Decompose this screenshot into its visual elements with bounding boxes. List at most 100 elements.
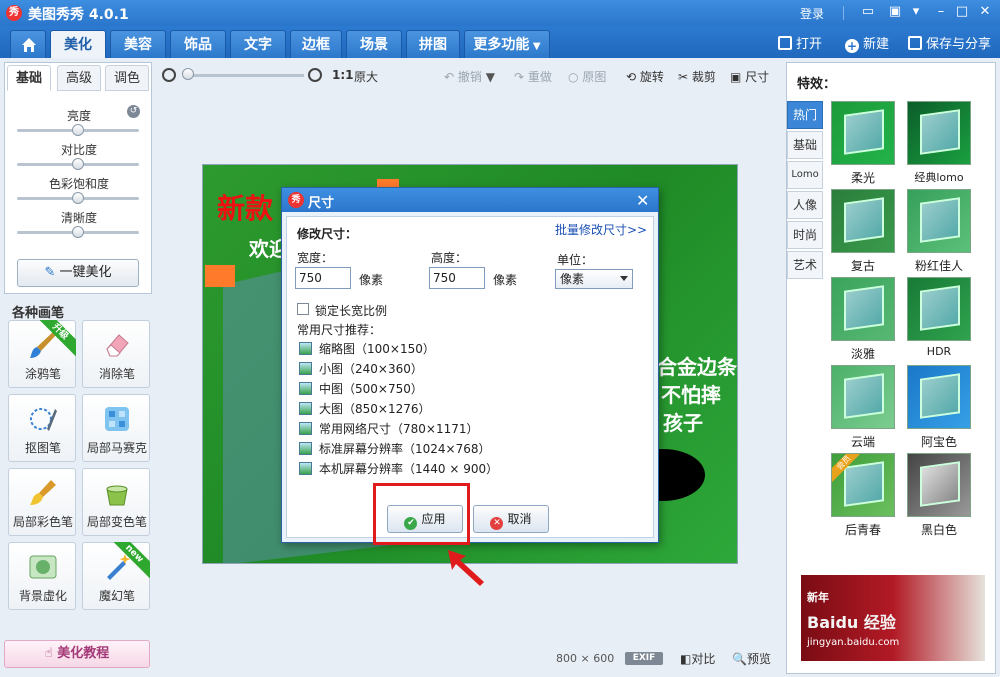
eraser-icon — [106, 334, 129, 357]
tab-frame[interactable]: 边框 — [290, 30, 342, 58]
dialog-body: 修改尺寸： 批量修改尺寸>> 宽度： 750 像素 高度： 750 像素 单位：… — [286, 216, 654, 538]
brush-label: 局部马赛克 — [86, 441, 147, 455]
tab-accessories[interactable]: 饰品 — [170, 30, 226, 58]
open-label: 打开 — [796, 37, 823, 52]
subtab-advanced[interactable]: 高级 — [57, 65, 101, 91]
brush-mosaic[interactable]: 局部马赛克 — [82, 394, 150, 462]
original-size-button[interactable]: 原大 — [354, 68, 378, 85]
home-tab[interactable] — [10, 30, 46, 58]
effect-tab-hot[interactable]: 热门 — [787, 101, 823, 129]
brush-cutout[interactable]: 抠图笔 — [8, 394, 76, 462]
tab-scene[interactable]: 场景 — [346, 30, 402, 58]
sharpness-knob[interactable] — [72, 226, 84, 238]
exif-button[interactable]: EXIF — [625, 652, 663, 665]
rotate-label: 旋转 — [639, 70, 664, 84]
effect-thumb-black-white[interactable] — [907, 453, 971, 517]
image-icon — [299, 402, 312, 415]
effect-tab-portrait[interactable]: 人像 — [787, 191, 823, 219]
effect-tab-fashion[interactable]: 时尚 — [787, 221, 823, 249]
width-input[interactable]: 750 — [295, 267, 351, 289]
tab-more[interactable]: 更多功能 ▼ — [464, 30, 550, 58]
login-link[interactable]: 登录 — [800, 5, 824, 22]
skin-icon[interactable]: ▣ — [887, 4, 903, 20]
effect-thumb-pink-lady[interactable] — [907, 189, 971, 253]
tab-beautify[interactable]: 美化 — [50, 30, 106, 58]
undo-button[interactable]: ↶ 撤销 ▼ — [444, 68, 495, 85]
batch-resize-link[interactable]: 批量修改尺寸>> — [555, 221, 647, 238]
tutorial-label: 美化教程 — [57, 646, 110, 661]
undo-label: 撤销 — [457, 70, 482, 84]
brush-label: 局部变色笔 — [86, 515, 147, 529]
effect-label: 黑白色 — [920, 523, 957, 537]
sub-tabs: 基础 高级 调色 — [5, 63, 153, 91]
effect-thumb-after-youth[interactable]: 会员 — [831, 453, 895, 517]
cancel-icon: ✕ — [490, 517, 504, 530]
save-label: 保存与分享 — [926, 37, 992, 52]
unit-select[interactable]: 像素 — [555, 269, 633, 289]
beautify-tutorial-button[interactable]: ☝ 美化教程 — [4, 640, 150, 668]
menu-icon[interactable]: ▾ — [908, 4, 924, 20]
zoom-out-icon[interactable] — [162, 68, 176, 82]
maximize-icon[interactable]: □ — [954, 4, 970, 20]
lock-ratio-checkbox[interactable] — [297, 303, 309, 315]
save-share-button[interactable]: 保存与分享 — [908, 33, 991, 52]
effect-thumb-soft-light[interactable] — [831, 101, 895, 165]
saturation-knob[interactable] — [72, 192, 84, 204]
effect-tab-art[interactable]: 艺术 — [787, 251, 823, 279]
crop-button[interactable]: ✂ 裁剪 — [678, 68, 716, 85]
rotate-button[interactable]: ⟲ 旋转 — [626, 68, 664, 85]
new-button[interactable]: + 新建 — [845, 33, 889, 53]
effect-thumb-cloud[interactable] — [831, 365, 895, 429]
redo-button[interactable]: ↷ 重做 — [514, 68, 552, 85]
brush-doodle[interactable]: 升级 涂鸦笔 — [8, 320, 76, 388]
save-icon — [908, 36, 922, 50]
close-icon[interactable]: ✕ — [636, 191, 649, 210]
brush-background-blur[interactable]: 背景虚化 — [8, 542, 76, 610]
message-icon[interactable]: ▭ — [860, 4, 876, 20]
preset-label: 缩略图（100×150） — [319, 342, 435, 356]
tab-skin[interactable]: 美容 — [110, 30, 166, 58]
one-key-beautify-button[interactable]: ✎ 一键美化 — [17, 259, 139, 287]
effect-thumb-classic-lomo[interactable] — [907, 101, 971, 165]
subtab-color[interactable]: 调色 — [105, 65, 149, 91]
cancel-button[interactable]: ✕ 取消 — [473, 505, 549, 533]
rotate-icon: ⟲ — [626, 70, 637, 84]
subtab-basic[interactable]: 基础 — [7, 65, 51, 91]
tab-text[interactable]: 文字 — [230, 30, 286, 58]
apply-highlight-box — [373, 483, 470, 545]
zoom-slider[interactable] — [184, 74, 304, 77]
resize-section-title: 修改尺寸： — [297, 227, 358, 241]
open-button[interactable]: 打开 — [778, 33, 822, 52]
compare-button[interactable]: ◧对比 — [680, 650, 715, 667]
effects-title: 特效： — [797, 77, 837, 92]
zoom-in-icon[interactable] — [308, 68, 322, 82]
height-input[interactable]: 750 — [429, 267, 485, 289]
original-label: 原图 — [582, 70, 607, 84]
contrast-knob[interactable] — [72, 158, 84, 170]
resize-button[interactable]: ▣ 尺寸 — [730, 68, 769, 85]
preview-button[interactable]: 🔍预览 — [732, 650, 771, 667]
zoom-knob[interactable] — [182, 68, 194, 80]
minimize-icon[interactable]: – — [933, 4, 949, 20]
ad-banner[interactable]: 新年 Baidu 经验 jingyan.baidu.com — [801, 575, 985, 661]
effect-tab-lomo[interactable]: Lomo — [787, 161, 823, 189]
effect-thumb-elegant[interactable] — [831, 277, 895, 341]
brush-local-recolor[interactable]: 局部变色笔 — [82, 468, 150, 536]
close-icon[interactable]: ✕ — [977, 4, 993, 20]
work-area: 基础 高级 调色 ↺ 亮度 对比度 色彩饱和度 清晰度 ✎ 一键美化 各种画笔 — [0, 58, 1000, 677]
effect-thumb-abao[interactable] — [907, 365, 971, 429]
ratio-button[interactable]: 1:1 — [332, 68, 354, 82]
brightness-knob[interactable] — [72, 124, 84, 136]
brush-magic[interactable]: new 魔幻笔 — [82, 542, 150, 610]
brush-eraser[interactable]: 消除笔 — [82, 320, 150, 388]
image-width: 800 — [556, 652, 577, 665]
original-button[interactable]: ○ 原图 — [568, 68, 606, 85]
brush-label: 背景虚化 — [18, 589, 67, 603]
tab-collage[interactable]: 拼图 — [406, 30, 460, 58]
effect-thumb-retro[interactable] — [831, 189, 895, 253]
brush-local-color[interactable]: 局部彩色笔 — [8, 468, 76, 536]
home-icon — [22, 38, 36, 52]
effect-thumb-hdr[interactable] — [907, 277, 971, 341]
effect-tab-basic[interactable]: 基础 — [787, 131, 823, 159]
compare-icon: ◧ — [680, 652, 692, 666]
